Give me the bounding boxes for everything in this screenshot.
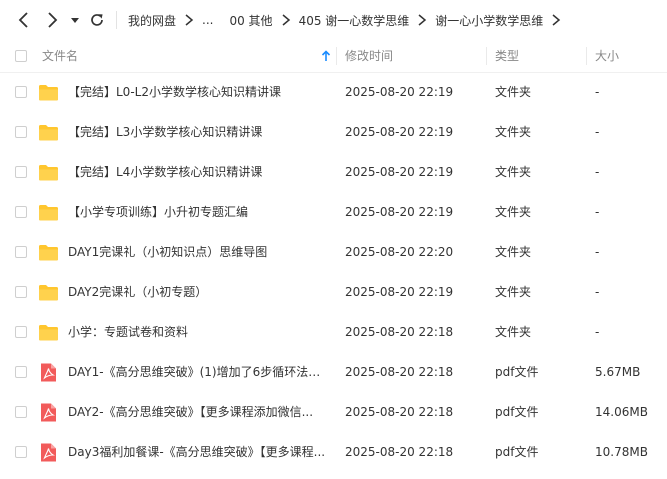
folder-icon — [38, 162, 59, 183]
row-checkbox[interactable] — [15, 126, 27, 138]
row-checkbox[interactable] — [15, 446, 27, 458]
file-mtime: 2025-08-20 22:18 — [345, 365, 454, 379]
chevron-right-icon — [418, 14, 427, 26]
breadcrumb-item-405[interactable]: 405 谢一心数学思维 — [299, 12, 410, 29]
file-type: 文件夹 — [495, 205, 532, 219]
pdf-icon — [38, 442, 59, 463]
column-header-type[interactable]: 类型 — [495, 40, 519, 72]
file-mtime: 2025-08-20 22:20 — [345, 245, 454, 259]
file-mtime: 2025-08-20 22:19 — [345, 85, 454, 99]
folder-icon — [38, 82, 59, 103]
file-name[interactable]: DAY2完课礼（小初专题） — [68, 272, 330, 312]
chevron-left-icon — [18, 12, 28, 28]
file-type: 文件夹 — [495, 285, 532, 299]
file-row[interactable]: DAY2完课礼（小初专题） 2025-08-20 22:19 文件夹 - — [0, 272, 667, 312]
row-checkbox[interactable] — [15, 366, 27, 378]
row-checkbox[interactable] — [15, 86, 27, 98]
history-dropdown-button[interactable] — [68, 10, 82, 30]
refresh-icon — [91, 14, 103, 26]
file-name[interactable]: 【完结】L0-L2小学数学核心知识精讲课 — [68, 72, 330, 112]
file-size: - — [595, 165, 600, 179]
file-size: 5.67MB — [595, 365, 641, 379]
chevron-right-icon — [185, 14, 194, 26]
column-divider — [486, 47, 487, 65]
file-type: 文件夹 — [495, 85, 532, 99]
chevron-right-icon — [282, 14, 290, 26]
forward-button[interactable] — [42, 10, 62, 30]
row-checkbox[interactable] — [15, 206, 27, 218]
file-row[interactable]: DAY1完课礼（小初知识点）思维导图 2025-08-20 22:20 文件夹 - — [0, 232, 667, 272]
row-checkbox[interactable] — [15, 406, 27, 418]
folder-icon — [38, 202, 59, 223]
column-divider — [336, 47, 337, 65]
caret-down-icon — [71, 18, 79, 23]
pdf-icon — [38, 362, 59, 383]
file-size: - — [595, 325, 600, 339]
file-size: - — [595, 285, 600, 299]
breadcrumb-item-current[interactable]: 谢一心小学数学思维 — [435, 12, 543, 29]
file-name[interactable]: DAY2-《高分思维突破》【更多课程添加微信... — [68, 392, 330, 432]
breadcrumb-item-collapsed[interactable]: ... — [202, 13, 213, 27]
file-type: pdf文件 — [495, 405, 539, 419]
breadcrumb: 我的网盘 ... 00 其他 405 谢一心数学思维 谢一心小学数学思维 — [117, 0, 569, 40]
file-name[interactable]: 小学：专题试卷和资料 — [68, 312, 330, 352]
folder-icon — [38, 322, 59, 343]
refresh-button[interactable] — [87, 10, 107, 30]
row-checkbox[interactable] — [15, 286, 27, 298]
row-checkbox[interactable] — [15, 166, 27, 178]
column-header-name[interactable]: 文件名 — [42, 40, 78, 72]
file-mtime: 2025-08-20 22:18 — [345, 445, 454, 459]
file-name[interactable]: DAY1-《高分思维突破》(1)增加了6步循环法【... — [68, 352, 330, 392]
file-size: - — [595, 85, 600, 99]
column-header-size[interactable]: 大小 — [595, 40, 619, 72]
file-mtime: 2025-08-20 22:19 — [345, 205, 454, 219]
file-row[interactable]: 小学：专题试卷和资料 2025-08-20 22:18 文件夹 - — [0, 312, 667, 352]
row-checkbox[interactable] — [15, 326, 27, 338]
file-name[interactable]: 【完结】L4小学数学核心知识精讲课 — [68, 152, 330, 192]
file-mtime: 2025-08-20 22:19 — [345, 125, 454, 139]
file-name[interactable]: 【完结】L3小学数学核心知识精讲课 — [68, 112, 330, 152]
chevron-right-icon — [48, 12, 58, 28]
pdf-icon — [38, 402, 59, 423]
top-bar: 我的网盘 ... 00 其他 405 谢一心数学思维 谢一心小学数学思维 — [0, 0, 667, 40]
file-size: - — [595, 205, 600, 219]
file-type: pdf文件 — [495, 445, 539, 459]
file-mtime: 2025-08-20 22:18 — [345, 405, 454, 419]
file-mtime: 2025-08-20 22:19 — [345, 165, 454, 179]
folder-icon — [38, 282, 59, 303]
file-name[interactable]: DAY1完课礼（小初知识点）思维导图 — [68, 232, 330, 272]
file-row[interactable]: 【完结】L4小学数学核心知识精讲课 2025-08-20 22:19 文件夹 - — [0, 152, 667, 192]
file-row[interactable]: 【完结】L3小学数学核心知识精讲课 2025-08-20 22:19 文件夹 - — [0, 112, 667, 152]
file-row[interactable]: DAY1-《高分思维突破》(1)增加了6步循环法【... 2025-08-20 2… — [0, 352, 667, 392]
breadcrumb-item-root[interactable]: 我的网盘 — [128, 12, 176, 29]
column-divider — [586, 47, 587, 65]
file-type: 文件夹 — [495, 325, 532, 339]
file-size: - — [595, 125, 600, 139]
folder-icon — [38, 242, 59, 263]
file-type: 文件夹 — [495, 245, 532, 259]
chevron-right-icon — [552, 14, 561, 26]
file-row[interactable]: DAY2-《高分思维突破》【更多课程添加微信... 2025-08-20 22:1… — [0, 392, 667, 432]
file-size: 14.06MB — [595, 405, 648, 419]
file-type: 文件夹 — [495, 165, 532, 179]
file-type: pdf文件 — [495, 365, 539, 379]
file-row[interactable]: Day3福利加餐课-《高分思维突破》【更多课程... 2025-08-20 22:… — [0, 432, 667, 472]
file-size: - — [595, 245, 600, 259]
select-all-checkbox[interactable] — [15, 50, 27, 62]
file-list-header: 文件名 修改时间 类型 大小 — [0, 40, 667, 73]
file-size: 10.78MB — [595, 445, 648, 459]
row-checkbox[interactable] — [15, 246, 27, 258]
file-name[interactable]: Day3福利加餐课-《高分思维突破》【更多课程... — [68, 432, 330, 472]
file-name[interactable]: 【小学专项训练】小升初专题汇编 — [68, 192, 330, 232]
folder-icon — [38, 122, 59, 143]
sort-arrow-up-icon[interactable] — [321, 50, 331, 62]
file-row[interactable]: 【小学专项训练】小升初专题汇编 2025-08-20 22:19 文件夹 - — [0, 192, 667, 232]
file-type: 文件夹 — [495, 125, 532, 139]
file-row[interactable]: 【完结】L0-L2小学数学核心知识精讲课 2025-08-20 22:19 文件夹 - — [0, 72, 667, 112]
file-mtime: 2025-08-20 22:19 — [345, 285, 454, 299]
breadcrumb-item-other[interactable]: 00 其他 — [229, 12, 272, 29]
back-button[interactable] — [14, 10, 34, 30]
file-mtime: 2025-08-20 22:18 — [345, 325, 454, 339]
column-header-mtime[interactable]: 修改时间 — [345, 40, 393, 72]
